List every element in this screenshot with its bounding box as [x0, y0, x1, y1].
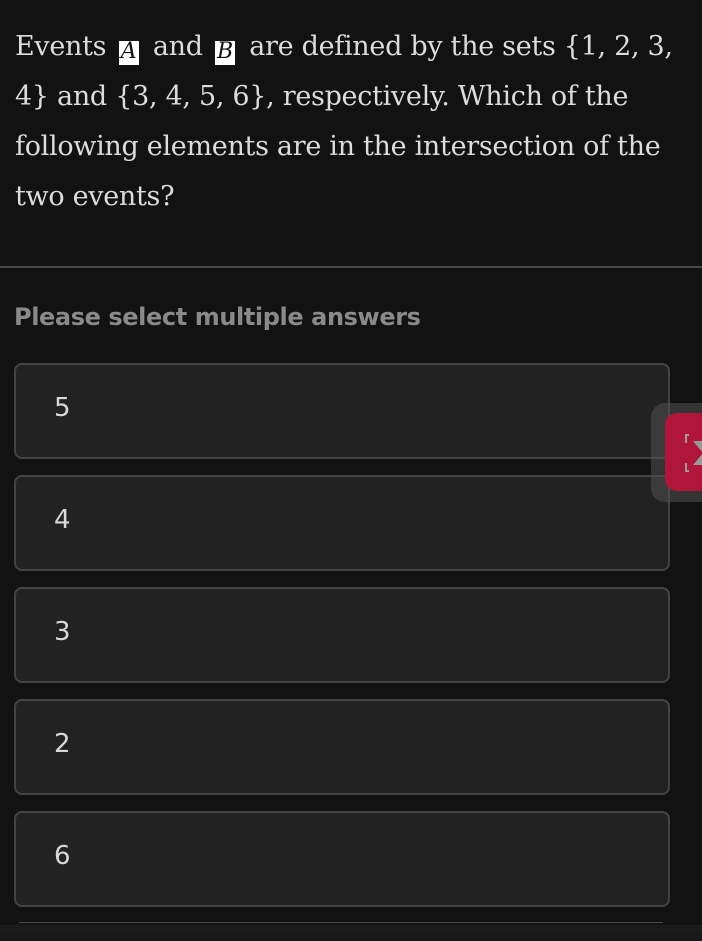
side-panel-toggle[interactable] [651, 403, 702, 502]
bottom-bar [0, 925, 702, 941]
chevron-right-icon [685, 434, 702, 472]
answer-option-label: 5 [54, 393, 71, 423]
answer-option[interactable]: 5 [14, 363, 670, 459]
answer-option[interactable]: 6 [14, 811, 670, 907]
answer-option-label: 4 [54, 505, 71, 535]
answer-option-label: 2 [54, 729, 71, 759]
answer-option-label: 3 [54, 617, 71, 647]
math-variable-a: A [118, 41, 139, 65]
answer-options: 5 4 3 2 6 [14, 363, 670, 923]
instruction-text: Please select multiple answers [14, 303, 421, 331]
answer-option-label: 6 [54, 841, 71, 871]
answer-option[interactable]: 3 [14, 587, 670, 683]
side-panel-toggle-button[interactable] [665, 413, 702, 491]
bottom-divider [19, 922, 663, 923]
answer-option[interactable]: 2 [14, 699, 670, 795]
question-part-1: Events [15, 31, 115, 62]
question-part-2: and [144, 31, 211, 62]
answer-option[interactable]: 4 [14, 475, 670, 571]
divider [0, 266, 702, 268]
math-variable-b: B [214, 41, 235, 65]
question-text: Events A and B are defined by the sets {… [15, 22, 675, 222]
